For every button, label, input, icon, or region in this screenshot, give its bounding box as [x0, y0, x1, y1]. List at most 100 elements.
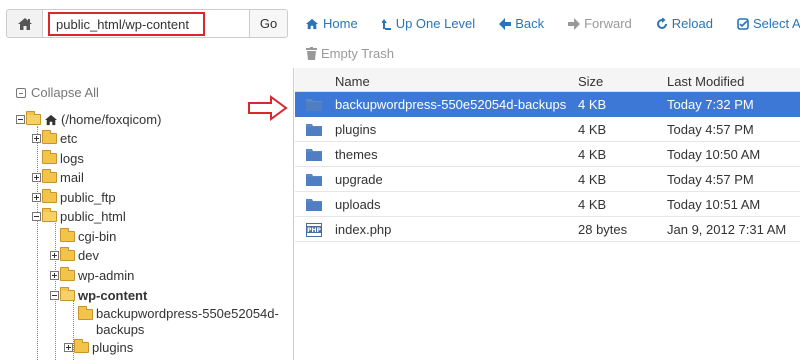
- table-header: Name Size Last Modified: [295, 68, 800, 92]
- empty-trash-label: Empty Trash: [321, 46, 394, 61]
- collapse-node-icon[interactable]: [50, 291, 59, 300]
- empty-trash-button[interactable]: Empty Trash: [306, 46, 394, 61]
- tree-item-dev[interactable]: dev: [50, 247, 99, 263]
- folder-icon: [42, 189, 57, 203]
- tree-item-backupwordpress[interactable]: backupwordpress-550e52054d- backups: [68, 306, 279, 338]
- tree-root-label: (/home/foxqicom): [61, 112, 162, 127]
- tree-item-plugins[interactable]: plugins: [64, 339, 134, 355]
- home-directory-button[interactable]: [6, 9, 43, 38]
- tree-item-etc[interactable]: etc: [32, 130, 78, 146]
- house-icon: [17, 17, 32, 30]
- toolbar-forward-label: Forward: [584, 16, 632, 31]
- toolbar-forward-button[interactable]: Forward: [568, 16, 632, 31]
- collapse-node-icon[interactable]: [16, 115, 25, 124]
- reload-icon: [656, 17, 667, 29]
- column-header-name[interactable]: Name: [335, 74, 370, 89]
- go-button[interactable]: Go: [249, 9, 288, 38]
- tree-item-label: etc: [60, 131, 78, 146]
- file-size: 28 bytes: [578, 222, 628, 237]
- toolbar-reload-button[interactable]: Reload: [656, 16, 713, 31]
- collapse-all-button[interactable]: Collapse All: [16, 85, 99, 100]
- path-input[interactable]: [48, 12, 205, 36]
- tree-item-label: mail: [60, 170, 84, 185]
- toolbar-home-button[interactable]: Home: [305, 16, 358, 31]
- file-name: backupwordpress-550e52054d-backups: [335, 97, 567, 112]
- file-modified: Today 10:50 AM: [667, 147, 761, 162]
- expand-node-icon[interactable]: [64, 343, 73, 352]
- file-toolbar: Home Up One Level Back Forward Reload Se…: [305, 16, 800, 31]
- toolbar-select-all-label: Select All: [752, 16, 800, 31]
- tree-item-label: wp-admin: [78, 268, 135, 283]
- table-row[interactable]: themes 4 KB Today 10:50 AM: [295, 142, 800, 167]
- toolbar-up-label: Up One Level: [395, 16, 476, 31]
- tree-item-mail[interactable]: mail: [32, 169, 84, 185]
- svg-text:PHP: PHP: [307, 227, 321, 234]
- folder-open-icon: [26, 111, 41, 125]
- tree-item-wp-content[interactable]: wp-content: [50, 287, 148, 303]
- tree-item-label: backups: [96, 322, 145, 337]
- toolbar-up-one-level-button[interactable]: Up One Level: [381, 16, 476, 31]
- tree-root[interactable]: (/home/foxqicom): [16, 111, 162, 127]
- house-icon: [45, 114, 57, 125]
- expand-node-icon[interactable]: [32, 193, 41, 202]
- expand-node-icon[interactable]: [32, 173, 41, 182]
- toolbar-back-label: Back: [515, 16, 545, 31]
- file-size: 4 KB: [578, 197, 607, 212]
- file-name: plugins: [335, 122, 377, 137]
- tree-item-label: dev: [78, 248, 99, 263]
- file-name: index.php: [335, 222, 392, 237]
- file-modified: Today 4:57 PM: [667, 122, 754, 137]
- folder-icon: [60, 267, 75, 281]
- tree-item-label: backupwordpress-550e52054d-: [96, 306, 279, 321]
- file-name: uploads: [335, 197, 381, 212]
- folder-open-icon: [42, 208, 57, 222]
- tree-item-label-wrap: backupwordpress-550e52054d- backups: [96, 306, 279, 338]
- tree-item-wp-admin[interactable]: wp-admin: [50, 267, 135, 283]
- file-size: 4 KB: [578, 147, 607, 162]
- file-name: themes: [335, 147, 378, 162]
- folder-icon: [306, 174, 322, 186]
- file-modified: Today 10:51 AM: [667, 197, 761, 212]
- folder-icon: [78, 306, 93, 320]
- folder-icon: [306, 99, 322, 111]
- tree-item-label: wp-content: [78, 288, 148, 303]
- folder-icon: [42, 130, 57, 144]
- file-modified: Today 7:32 PM: [667, 97, 754, 112]
- tree-item-public-ftp[interactable]: public_ftp: [32, 189, 116, 205]
- file-modified: Today 4:57 PM: [667, 172, 754, 187]
- toolbar-select-all-button[interactable]: Select All: [737, 16, 800, 31]
- expand-node-icon[interactable]: [50, 271, 59, 280]
- file-size: 4 KB: [578, 172, 607, 187]
- tree-item-cgi-bin[interactable]: cgi-bin: [50, 228, 117, 244]
- tree-item-label: cgi-bin: [78, 229, 117, 244]
- expand-node-icon[interactable]: [50, 251, 59, 260]
- toolbar-back-button[interactable]: Back: [499, 16, 544, 31]
- expand-node-icon[interactable]: [32, 134, 41, 143]
- tree-item-logs[interactable]: logs: [32, 150, 84, 166]
- house-icon: [306, 18, 318, 29]
- toolbar-home-label: Home: [323, 16, 358, 31]
- php-file-icon: PHP: [306, 223, 322, 237]
- file-size: 4 KB: [578, 122, 607, 137]
- table-row[interactable]: backupwordpress-550e52054d-backups 4 KB To…: [295, 92, 800, 117]
- collapse-node-icon[interactable]: [32, 212, 41, 221]
- arrow-left-icon: [499, 17, 512, 30]
- tree-item-label: logs: [60, 151, 84, 166]
- pane-divider[interactable]: [293, 68, 294, 360]
- table-row[interactable]: upgrade 4 KB Today 4:57 PM: [295, 167, 800, 192]
- tree-item-label: plugins: [92, 340, 134, 355]
- folder-icon: [74, 339, 89, 353]
- folder-icon: [306, 124, 322, 136]
- folder-icon: [60, 247, 75, 261]
- trash-icon: [306, 47, 317, 60]
- column-header-last-modified[interactable]: Last Modified: [667, 74, 744, 89]
- tree-item-label: public_ftp: [60, 190, 116, 205]
- folder-icon: [42, 150, 57, 164]
- folder-icon: [306, 199, 322, 211]
- table-row[interactable]: PHP index.php 28 bytes Jan 9, 2012 7:31 AM: [295, 217, 800, 242]
- tree-item-public-html[interactable]: public_html: [32, 208, 126, 224]
- column-header-size[interactable]: Size: [578, 74, 603, 89]
- table-row[interactable]: uploads 4 KB Today 10:51 AM: [295, 192, 800, 217]
- file-name: upgrade: [335, 172, 383, 187]
- table-row[interactable]: plugins 4 KB Today 4:57 PM: [295, 117, 800, 142]
